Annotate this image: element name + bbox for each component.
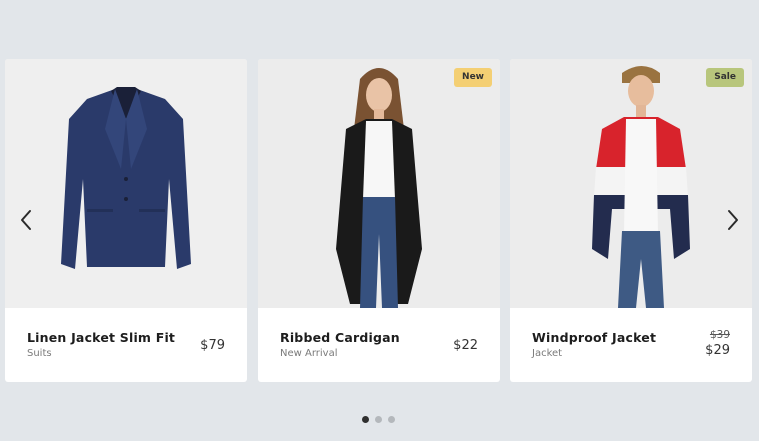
pagination-dots bbox=[362, 416, 395, 424]
product-image-woman-black-cardigan[interactable]: New bbox=[258, 59, 500, 308]
product-category: Jacket bbox=[532, 348, 563, 359]
product-name[interactable]: Ribbed Cardigan bbox=[280, 330, 400, 345]
product-category: New Arrival bbox=[280, 348, 338, 359]
product-carousel: Linen Jacket Slim Fit Suits $79 New Ribb… bbox=[0, 0, 759, 441]
price-stack: $39 $29 bbox=[705, 329, 730, 358]
sale-price: $29 bbox=[705, 343, 730, 358]
product-info: Linen Jacket Slim Fit Suits $79 bbox=[5, 308, 247, 382]
product-image-navy-blazer[interactable] bbox=[5, 59, 247, 308]
sale-badge: Sale bbox=[706, 68, 744, 87]
product-name[interactable]: Windproof Jacket bbox=[532, 330, 656, 345]
original-price: $39 bbox=[709, 329, 730, 341]
product-info: Ribbed Cardigan New Arrival $22 bbox=[258, 308, 500, 382]
product-category: Suits bbox=[27, 348, 52, 359]
chevron-left-icon[interactable] bbox=[18, 208, 34, 232]
product-info: Windproof Jacket Jacket $39 $29 bbox=[510, 308, 752, 382]
product-price: $22 bbox=[453, 338, 478, 353]
product-card[interactable]: Linen Jacket Slim Fit Suits $79 bbox=[5, 59, 247, 382]
pagination-dot-2[interactable] bbox=[375, 416, 382, 423]
new-badge: New bbox=[454, 68, 492, 87]
pagination-dot-1[interactable] bbox=[362, 416, 369, 423]
product-image-man-red-white-jacket[interactable]: Sale bbox=[510, 59, 752, 308]
product-price: $79 bbox=[200, 338, 225, 353]
product-card[interactable]: Sale Windproof Jacket Jacket $39 $29 bbox=[510, 59, 752, 382]
chevron-right-icon[interactable] bbox=[725, 208, 741, 232]
pagination-dot-3[interactable] bbox=[388, 416, 395, 423]
product-name[interactable]: Linen Jacket Slim Fit bbox=[27, 330, 175, 345]
product-card[interactable]: New Ribbed Cardigan New Arrival $22 bbox=[258, 59, 500, 382]
